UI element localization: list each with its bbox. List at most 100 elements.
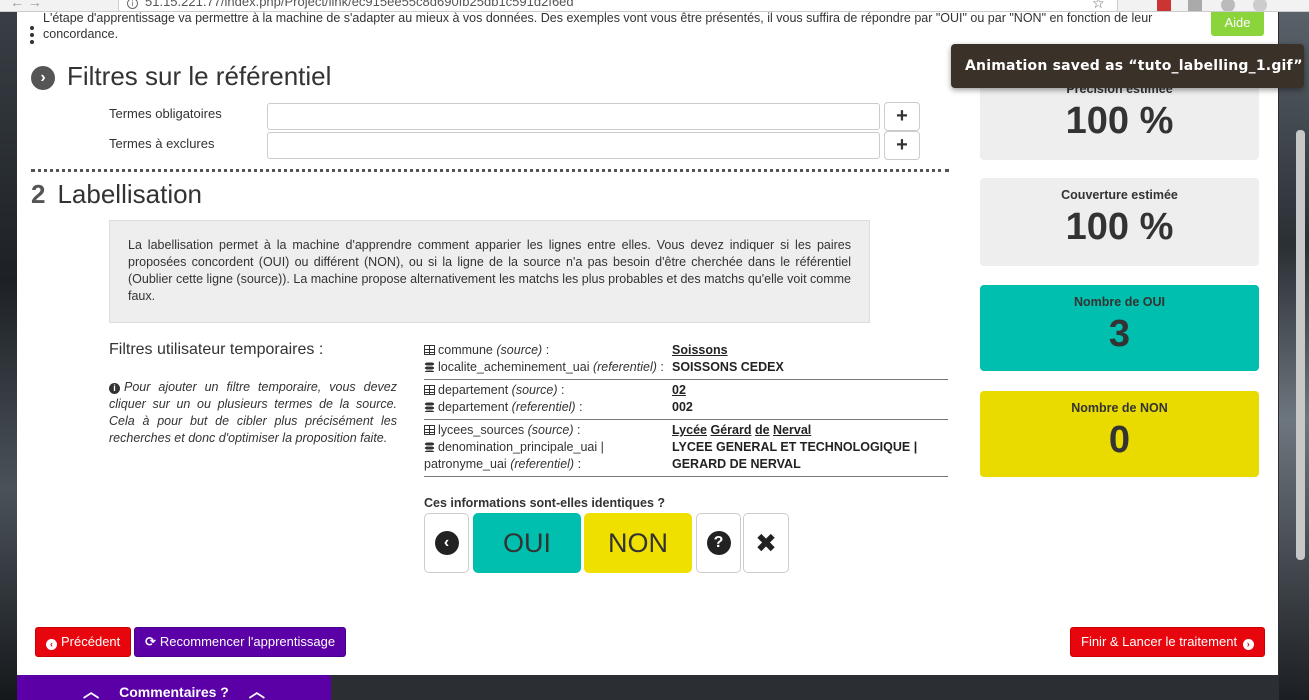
- match-group: commune (source) : Soissons localite_ach…: [424, 340, 948, 380]
- coverage-label: Couverture estimée: [1061, 188, 1178, 202]
- field-tag: (source): [496, 343, 543, 357]
- filters-title: › Filtres sur le référentiel: [31, 61, 331, 92]
- previous-button[interactable]: ‹ Précédent: [35, 627, 132, 657]
- required-terms-input[interactable]: [267, 103, 880, 130]
- add-excluded-term-button[interactable]: +: [884, 131, 920, 160]
- field-tag: (referentiel): [592, 360, 657, 374]
- refresh-icon: ⟳: [145, 634, 156, 649]
- yes-count-value: 3: [1108, 313, 1131, 355]
- source-term[interactable]: de: [755, 423, 770, 437]
- field-name: lycees_sources: [438, 423, 525, 437]
- close-icon: ✖: [755, 528, 777, 558]
- referential-row: localite_acheminement_uai (referentiel) …: [424, 359, 948, 376]
- table-icon: [424, 385, 435, 395]
- source-row: lycees_sources (source) : Lycée Gérard d…: [424, 422, 948, 439]
- referential-value: GERARD DE NERVAL: [672, 457, 801, 471]
- finish-button[interactable]: Finir & Lancer le traitement ›: [1070, 627, 1265, 657]
- chevron-left-circle-icon: ‹: [434, 531, 459, 555]
- coverage-card: Couverture estimée 100 %: [980, 178, 1259, 266]
- source-term[interactable]: 02: [672, 383, 686, 397]
- coverage-value: 100 %: [1065, 206, 1174, 248]
- field-name: commune: [438, 343, 493, 357]
- filters-title-text: Filtres sur le référentiel: [67, 61, 332, 91]
- table-icon: [424, 425, 435, 435]
- field-name: denomination_principale_uai |: [438, 440, 604, 454]
- source-term[interactable]: Soissons: [672, 343, 728, 357]
- required-terms-label: Termes obligatoires: [109, 106, 222, 121]
- extension-icon[interactable]: [1253, 0, 1267, 11]
- no-count-value: 0: [1108, 419, 1131, 461]
- scrollbar[interactable]: [1296, 130, 1305, 560]
- labelling-title: 2 Labellisation: [31, 179, 202, 210]
- info-icon[interactable]: i: [127, 0, 138, 9]
- browser-nav-arrows[interactable]: ← →: [10, 0, 42, 10]
- precision-value: 100 %: [1065, 100, 1174, 142]
- database-icon: [424, 402, 435, 412]
- section-number: 2: [31, 179, 46, 209]
- referential-row: patronyme_uai (referentiel) : GERARD DE …: [424, 456, 948, 473]
- restart-learning-button[interactable]: ⟳ Recommencer l'apprentissage: [134, 627, 347, 657]
- yes-count-label: Nombre de OUI: [1074, 295, 1165, 309]
- match-pair-table: commune (source) : Soissons localite_ach…: [424, 340, 948, 477]
- extension-icon[interactable]: [1188, 0, 1202, 11]
- match-group: departement (source) : 02 departement (r…: [424, 380, 948, 420]
- yes-button[interactable]: OUI: [473, 513, 581, 573]
- help-button[interactable]: Aide: [1211, 12, 1264, 36]
- temp-filters-title: Filtres utilisateur temporaires :: [109, 341, 324, 358]
- main-page: L'étape d'apprentissage va permettre à l…: [17, 11, 1278, 675]
- temp-filters-note-text: Pour ajouter un filtre temporaire, vous …: [109, 380, 397, 445]
- match-group: lycees_sources (source) : Lycée Gérard d…: [424, 420, 948, 477]
- table-icon: [424, 345, 435, 355]
- referential-value: LYCEE GENERAL ET TECHNOLOGIQUE |: [672, 440, 918, 454]
- section-divider: [31, 169, 949, 172]
- referential-row: departement (referentiel) : 002: [424, 399, 948, 416]
- field-name: departement: [438, 400, 509, 414]
- yes-count-card: Nombre de OUI 3: [980, 285, 1259, 371]
- finish-button-label: Finir & Lancer le traitement: [1081, 634, 1238, 649]
- background-left-edge: [0, 0, 17, 700]
- forget-row-button[interactable]: ✖: [743, 513, 789, 573]
- no-count-card: Nombre de NON 0: [980, 391, 1259, 477]
- uncertain-button[interactable]: ?: [696, 513, 741, 573]
- field-name: localite_acheminement_uai: [438, 360, 590, 374]
- excluded-terms-label: Termes à exclures: [109, 136, 215, 151]
- source-term[interactable]: Nerval: [773, 423, 811, 437]
- field-name: patronyme_uai: [424, 457, 507, 471]
- question-circle-icon: ?: [706, 531, 731, 555]
- referential-row: denomination_principale_uai | LYCEE GENE…: [424, 439, 948, 456]
- referential-value: SOISSONS CEDEX: [672, 360, 784, 374]
- database-icon: [424, 442, 435, 452]
- match-question: Ces informations sont-elles identiques ?: [424, 496, 666, 510]
- temp-filters-note: i Pour ajouter un filtre temporaire, vous…: [109, 379, 397, 447]
- intro-text: L'étape d'apprentissage va permettre à l…: [43, 11, 1153, 41]
- info-icon: i: [109, 383, 120, 394]
- field-tag: (referentiel): [510, 457, 575, 471]
- labelling-title-text: Labellisation: [57, 179, 203, 209]
- no-button[interactable]: NON: [584, 513, 692, 573]
- field-tag: (source): [527, 423, 574, 437]
- database-icon: [424, 362, 435, 372]
- chevron-left-circle-icon: ‹: [46, 639, 57, 650]
- source-term[interactable]: Gérard: [710, 423, 751, 437]
- source-row: departement (source) : 02: [424, 382, 948, 399]
- previous-button-label: Précédent: [61, 634, 121, 649]
- field-tag: (source): [511, 383, 558, 397]
- labelling-explanation: La labellisation permet à la machine d'a…: [109, 220, 870, 323]
- chevron-right-circle-icon: ›: [31, 66, 55, 90]
- comments-label: Commentaires ?: [119, 684, 229, 700]
- add-required-term-button[interactable]: +: [884, 102, 920, 131]
- extension-icon[interactable]: [1221, 0, 1235, 11]
- chevron-right-circle-icon: ›: [1242, 639, 1254, 650]
- drag-handle-icon[interactable]: [30, 26, 34, 47]
- excluded-terms-input[interactable]: [267, 132, 880, 159]
- field-tag: (referentiel): [511, 400, 576, 414]
- source-row: commune (source) : Soissons: [424, 342, 948, 359]
- chevron-up-icon: ︿: [83, 684, 100, 700]
- comments-toggle[interactable]: ︿ Commentaires ? ︿: [17, 675, 331, 700]
- field-name: departement: [438, 383, 509, 397]
- restart-button-label: Recommencer l'apprentissage: [159, 634, 336, 649]
- address-bar-url: 51.15.221.77/index.php/Project/link/ec91…: [145, 0, 574, 9]
- no-count-label: Nombre de NON: [1071, 401, 1168, 415]
- previous-pair-button[interactable]: ‹: [424, 513, 469, 573]
- source-term[interactable]: Lycée: [672, 423, 707, 437]
